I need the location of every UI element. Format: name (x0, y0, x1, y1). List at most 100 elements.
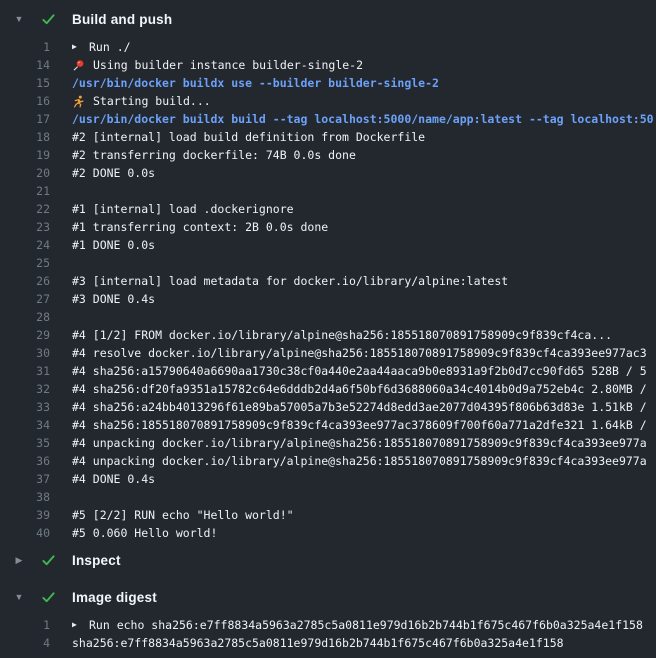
log-line: 19 #2 transferring dockerfile: 74B 0.0s d… (0, 146, 656, 164)
log-line: 26 #3 [internal] load metadata for docker… (0, 272, 656, 290)
line-text-content: #4 resolve docker.io/library/alpine@sha2… (72, 344, 647, 362)
line-number[interactable]: 27 (0, 290, 50, 308)
line-text-content: #3 [internal] load metadata for docker.i… (72, 272, 508, 290)
line-number[interactable]: 14 (0, 56, 50, 74)
line-number[interactable]: 22 (0, 200, 50, 218)
log-line: 39 #5 [2/2] RUN echo "Hello world!" (0, 506, 656, 524)
line-text: #1 DONE 0.0s (72, 236, 155, 254)
line-number[interactable]: 16 (0, 92, 50, 110)
line-number[interactable]: 32 (0, 380, 50, 398)
line-number[interactable]: 1 (0, 616, 50, 634)
log-line: 37 #4 DONE 0.4s (0, 470, 656, 488)
line-number[interactable]: 15 (0, 74, 50, 92)
line-text-content: #4 sha256:a15790640a6690aa1730c38cf0a440… (72, 362, 647, 380)
line-text-content: #1 DONE 0.0s (72, 236, 155, 254)
log-group-line[interactable]: 1 ▶Run ./ (0, 38, 656, 56)
line-number[interactable]: 23 (0, 218, 50, 236)
line-text-content: Starting build... (93, 92, 211, 110)
section-header[interactable]: ▼Build and push (0, 0, 656, 38)
line-text: ▶Run echo sha256:e7ff8834a5963a2785c5a08… (72, 616, 643, 634)
section-header[interactable]: ▼ Image digest (0, 578, 656, 616)
log-line: 4 sha256:e7ff8834a5963a2785c5a0811e979d16… (0, 634, 656, 652)
line-text-content: #5 [2/2] RUN echo "Hello world!" (72, 506, 294, 524)
play-icon[interactable]: ▶ (72, 43, 82, 51)
line-number[interactable]: 39 (0, 506, 50, 524)
line-number[interactable]: 40 (0, 524, 50, 542)
chevron-down-icon[interactable]: ▼ (12, 15, 26, 24)
log-group-line[interactable]: 1 ▶Run echo sha256:e7ff8834a5963a2785c5a0… (0, 616, 656, 634)
line-number[interactable]: 1 (0, 38, 50, 56)
line-number[interactable]: 25 (0, 254, 50, 272)
line-number[interactable]: 28 (0, 308, 50, 326)
line-text-content: #4 DONE 0.4s (72, 470, 155, 488)
check-icon (41, 590, 56, 605)
line-text: #2 DONE 0.0s (72, 164, 155, 182)
line-text: /usr/bin/docker buildx use --builder bui… (72, 74, 439, 92)
pushpin-icon (72, 59, 86, 72)
line-text: ▶Run ./ (72, 38, 131, 56)
line-text: sha256:e7ff8834a5963a2785c5a0811e979d16b… (72, 634, 564, 652)
line-text: Using builder instance builder-single-2 (72, 56, 363, 74)
log-line: 27 #3 DONE 0.4s (0, 290, 656, 308)
line-text: Starting build... (72, 92, 211, 110)
log-section: ▼Build and push1 ▶Run ./ 14 Using builder i… (0, 0, 656, 542)
play-icon[interactable]: ▶ (72, 621, 82, 629)
line-number[interactable]: 19 (0, 146, 50, 164)
line-number[interactable]: 33 (0, 398, 50, 416)
log-line: 28 (0, 308, 656, 326)
line-text: #3 DONE 0.4s (72, 290, 155, 308)
section-header[interactable]: ▶ Inspect (0, 542, 656, 578)
section-title: Inspect (72, 553, 121, 568)
line-text-content: Using builder instance builder-single-2 (93, 56, 363, 74)
line-text: /usr/bin/docker buildx build --tag local… (72, 110, 654, 128)
line-text-content: #1 [internal] load .dockerignore (72, 200, 294, 218)
line-number[interactable]: 38 (0, 488, 50, 506)
line-number[interactable]: 20 (0, 164, 50, 182)
line-text: #5 [2/2] RUN echo "Hello world!" (72, 506, 294, 524)
log-line: 24 #1 DONE 0.0s (0, 236, 656, 254)
log-line: 25 (0, 254, 656, 272)
line-number[interactable]: 30 (0, 344, 50, 362)
log-line: 34 #4 sha256:185518070891758909c9f839cf4c… (0, 416, 656, 434)
line-number[interactable]: 37 (0, 470, 50, 488)
line-number[interactable]: 34 (0, 416, 50, 434)
line-number[interactable]: 31 (0, 362, 50, 380)
log-line: 20 #2 DONE 0.0s (0, 164, 656, 182)
line-text: #2 [internal] load build definition from… (72, 128, 425, 146)
log-line: 21 (0, 182, 656, 200)
line-number[interactable]: 26 (0, 272, 50, 290)
line-number[interactable]: 29 (0, 326, 50, 344)
log-line: 14 Using builder instance builder-single-… (0, 56, 656, 74)
log-line: 22 #1 [internal] load .dockerignore (0, 200, 656, 218)
line-text: #4 DONE 0.4s (72, 470, 155, 488)
line-text: #4 sha256:185518070891758909c9f839cf4ca3… (72, 416, 647, 434)
line-number[interactable]: 24 (0, 236, 50, 254)
log-line: 32 #4 sha256:df20fa9351a15782c64e6dddb2d4… (0, 380, 656, 398)
log-line: 23 #1 transferring context: 2B 0.0s done (0, 218, 656, 236)
line-number[interactable]: 17 (0, 110, 50, 128)
log-section: ▼ Image digest 1 ▶Run echo sha256:e7ff8834a… (0, 578, 656, 652)
section-title: Image digest (72, 590, 157, 605)
line-number[interactable]: 21 (0, 182, 50, 200)
line-text: #4 sha256:a15790640a6690aa1730c38cf0a440… (72, 362, 647, 380)
line-text: #4 [1/2] FROM docker.io/library/alpine@s… (72, 326, 612, 344)
line-text: #4 sha256:df20fa9351a15782c64e6dddb2d4a6… (72, 380, 647, 398)
line-number[interactable]: 35 (0, 434, 50, 452)
line-text: #1 transferring context: 2B 0.0s done (72, 218, 328, 236)
chevron-down-icon[interactable]: ▼ (12, 593, 26, 602)
runner-icon (72, 95, 86, 108)
line-text: #3 [internal] load metadata for docker.i… (72, 272, 508, 290)
log-section: ▶ Inspect (0, 542, 656, 578)
line-number[interactable]: 36 (0, 452, 50, 470)
check-icon (41, 553, 56, 568)
line-text-content: #4 sha256:df20fa9351a15782c64e6dddb2d4a6… (72, 380, 647, 398)
line-number[interactable]: 18 (0, 128, 50, 146)
line-text-content: #4 sha256:185518070891758909c9f839cf4ca3… (72, 416, 647, 434)
log-line: 35#4 unpacking docker.io/library/alpine@… (0, 434, 656, 452)
line-text: #2 transferring dockerfile: 74B 0.0s don… (72, 146, 356, 164)
log-line: 33#4 sha256:a24bb4013296f61e89ba57005a7b… (0, 398, 656, 416)
chevron-right-icon[interactable]: ▶ (12, 556, 26, 565)
line-number[interactable]: 4 (0, 634, 50, 652)
line-text-content: #4 unpacking docker.io/library/alpine@sh… (72, 452, 647, 470)
line-text-content: sha256:e7ff8834a5963a2785c5a0811e979d16b… (72, 634, 564, 652)
